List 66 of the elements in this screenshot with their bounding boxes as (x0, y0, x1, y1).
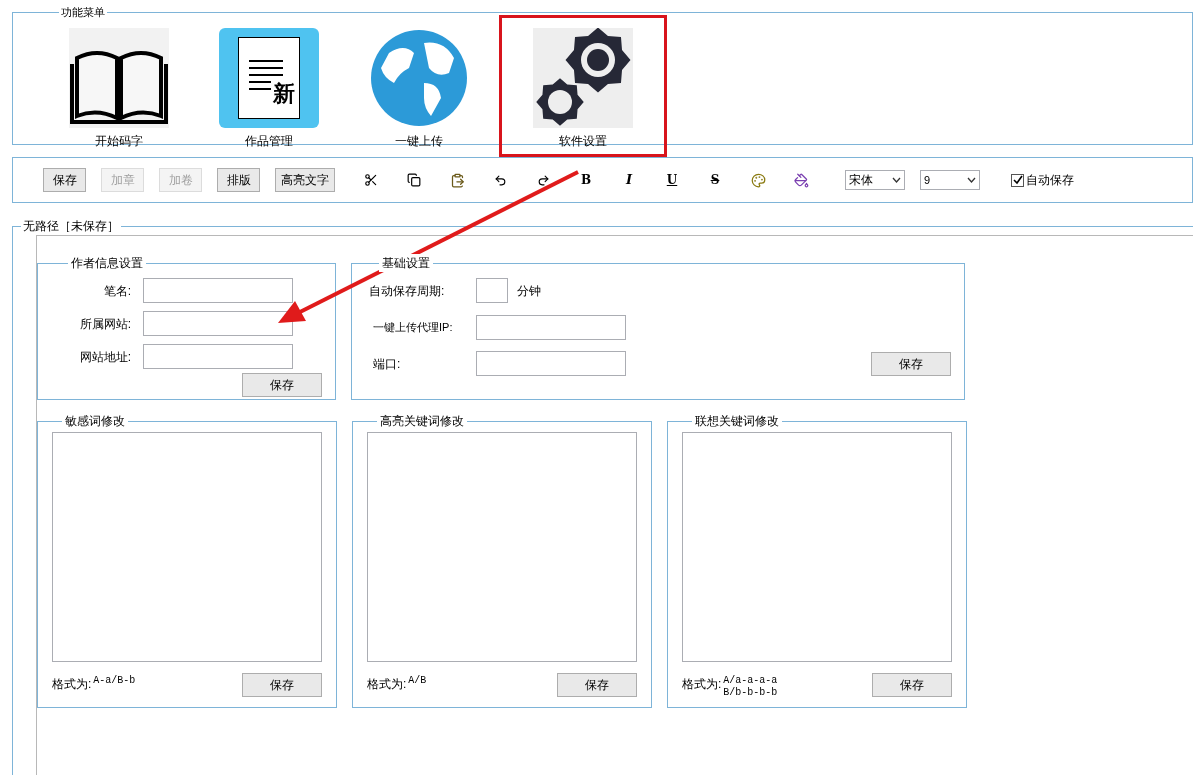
toolbar-button[interactable]: 排版 (217, 168, 260, 192)
checkbox[interactable] (1011, 173, 1024, 187)
checkbox-label: 自动保存 (1026, 172, 1074, 189)
palette-icon[interactable] (750, 172, 766, 188)
clipboard-icon[interactable] (449, 172, 465, 188)
save-button[interactable]: 保存 (871, 351, 951, 376)
menu-item[interactable]: 新 作品管理 (199, 14, 339, 157)
menu-title: 功能菜单 (60, 5, 106, 20)
field-label: 自动保存周期: (369, 282, 446, 300)
redo-icon[interactable] (536, 173, 550, 187)
save-button[interactable]: 保存 (242, 673, 322, 697)
underline-button[interactable]: U (666, 171, 678, 189)
field-label: 一键上传代理IP: (372, 320, 454, 336)
document-title: 无路径［未保存］ (22, 218, 120, 235)
scissors-icon[interactable] (364, 173, 378, 187)
format-label: 格式为: (682, 676, 722, 693)
menu-item[interactable]: 软件设置 (499, 14, 667, 157)
menu-label: 软件设置 (559, 132, 607, 150)
group-title: 敏感词修改 (62, 412, 128, 430)
paint-bucket-icon[interactable] (793, 172, 809, 188)
group-title: 基础设置 (379, 254, 433, 272)
strikethrough-button[interactable]: S (710, 171, 720, 189)
toolbar-button[interactable]: 高亮文字 (275, 168, 335, 192)
toolbar-button[interactable]: 保存 (43, 168, 86, 192)
book-icon (69, 27, 169, 128)
input-field[interactable] (476, 315, 626, 340)
group-title: 联想关键词修改 (692, 412, 782, 430)
menu-label: 作品管理 (245, 132, 293, 150)
document-icon: 新 (219, 27, 319, 128)
menu-label: 一键上传 (395, 132, 443, 150)
field-label: 笔名: (102, 282, 132, 300)
format-example: A/B (408, 675, 427, 687)
unit-label: 分钟 (517, 282, 541, 300)
italic-button[interactable]: I (625, 170, 633, 190)
save-button[interactable]: 保存 (557, 673, 637, 697)
format-example: B/b-b-b-b (723, 687, 778, 699)
format-label: 格式为: (367, 676, 407, 693)
input-field[interactable] (143, 311, 293, 336)
menu-label: 开始码字 (95, 132, 143, 150)
input-field[interactable] (143, 344, 293, 369)
chevron-down-icon (967, 177, 976, 183)
field-label: 网站地址: (78, 348, 132, 366)
select-value: 9 (924, 172, 931, 188)
field-label: 所属网站: (78, 315, 132, 333)
size-select[interactable]: 9 (920, 170, 980, 190)
select-value: 宋体 (849, 172, 873, 189)
menu-item[interactable]: 一键上传 (349, 14, 489, 157)
check-icon (1012, 175, 1023, 185)
format-label: 格式为: (52, 676, 92, 693)
format-example: A/a-a-a-a (723, 675, 778, 687)
input-field[interactable] (143, 278, 293, 303)
group-title: 高亮关键词修改 (377, 412, 467, 430)
globe-icon (369, 27, 469, 128)
bold-button[interactable]: B (580, 171, 592, 189)
undo-icon[interactable] (493, 173, 507, 187)
field-label: 端口: (372, 355, 402, 373)
gears-icon (533, 27, 633, 128)
format-example: A-a/B-b (93, 675, 136, 687)
input-field[interactable] (476, 351, 626, 376)
chevron-down-icon (892, 177, 901, 183)
copy-icon[interactable] (407, 173, 421, 187)
input-field[interactable] (476, 278, 508, 303)
group-title: 作者信息设置 (68, 254, 146, 272)
font-select[interactable]: 宋体 (845, 170, 905, 190)
save-button[interactable]: 保存 (872, 673, 952, 697)
save-button[interactable]: 保存 (242, 373, 322, 397)
